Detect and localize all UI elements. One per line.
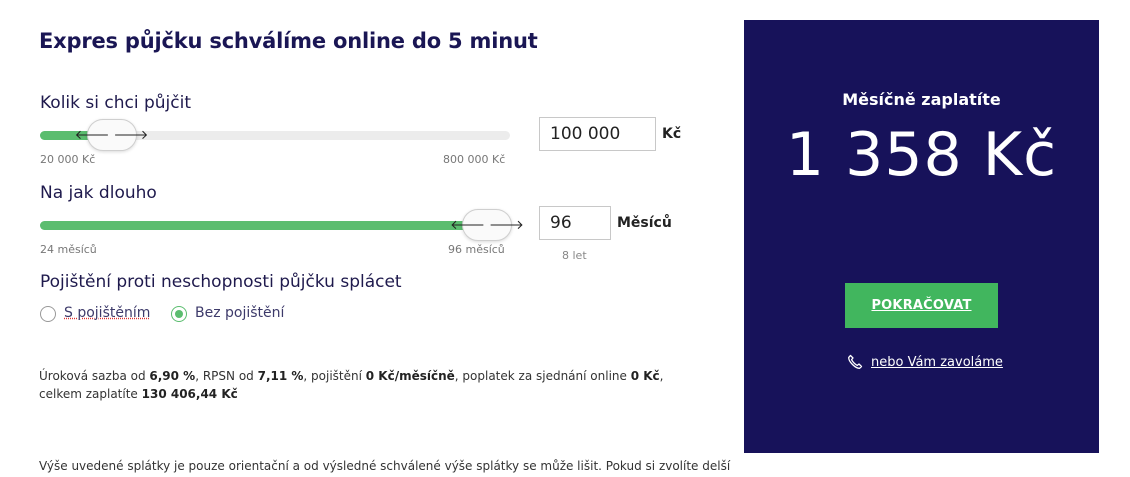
radio-with-insurance-label[interactable]: S pojištěním <box>64 305 150 321</box>
loan-terms-text: Úroková sazba od 6,90 %, RPSN od 7,11 %,… <box>39 369 664 401</box>
page-title: Expres půjčku schválíme online do 5 minu… <box>39 29 538 53</box>
duration-slider[interactable]: 🡐 🡒 <box>40 209 524 241</box>
total-amount: 130 406,44 Kč <box>141 387 238 401</box>
monthly-payment-label: Měsíčně zaplatíte <box>842 90 1001 109</box>
duration-max: 96 měsíců <box>448 243 505 256</box>
online-fee: 0 Kč <box>630 369 660 383</box>
arrow-left-icon: 🡐 <box>74 128 110 143</box>
duration-slider-handle[interactable]: 🡐 🡒 <box>450 209 524 241</box>
radio-with-insurance[interactable] <box>40 306 56 322</box>
insurance-label: Pojištění proti neschopnosti půjčku splá… <box>40 272 402 292</box>
duration-slider-fill <box>40 221 486 230</box>
rpsn-value: 7,11 % <box>257 369 304 383</box>
duration-years-hint: 8 let <box>562 249 587 262</box>
arrow-left-icon: 🡐 <box>450 218 485 233</box>
interest-rate: 6,90 % <box>149 369 196 383</box>
callback-link-label[interactable]: nebo Vám zavoláme <box>871 355 1003 370</box>
monthly-payment-panel <box>744 20 1099 453</box>
amount-slider[interactable]: 🡐 🡒 <box>40 119 510 151</box>
amount-max: 800 000 Kč <box>443 153 506 166</box>
duration-label: Na jak dlouho <box>40 183 157 203</box>
amount-min: 20 000 Kč <box>40 153 96 166</box>
radio-without-insurance[interactable] <box>171 306 187 322</box>
amount-input[interactable]: 100 000 <box>539 117 656 151</box>
duration-min: 24 měsíců <box>40 243 97 256</box>
arrow-right-icon: 🡒 <box>489 218 524 233</box>
duration-unit: Měsíců <box>617 215 672 231</box>
amount-label: Kolik si chci půjčit <box>40 93 191 113</box>
radio-without-insurance-label[interactable]: Bez pojištění <box>195 305 284 321</box>
continue-button[interactable]: POKRAČOVAT <box>845 283 998 328</box>
disclaimer-text: Výše uvedené splátky je pouze orientační… <box>39 459 731 473</box>
amount-slider-handle[interactable]: 🡐 🡒 <box>75 119 148 151</box>
monthly-payment-amount: 1 358 Kč <box>785 120 1058 190</box>
duration-input[interactable]: 96 <box>539 206 611 240</box>
phone-icon <box>848 354 863 369</box>
callback-link[interactable]: nebo Vám zavoláme <box>847 354 1003 370</box>
insurance-cost: 0 Kč/měsíčně <box>365 369 455 383</box>
amount-unit: Kč <box>662 126 682 142</box>
arrow-right-icon: 🡒 <box>113 128 149 143</box>
